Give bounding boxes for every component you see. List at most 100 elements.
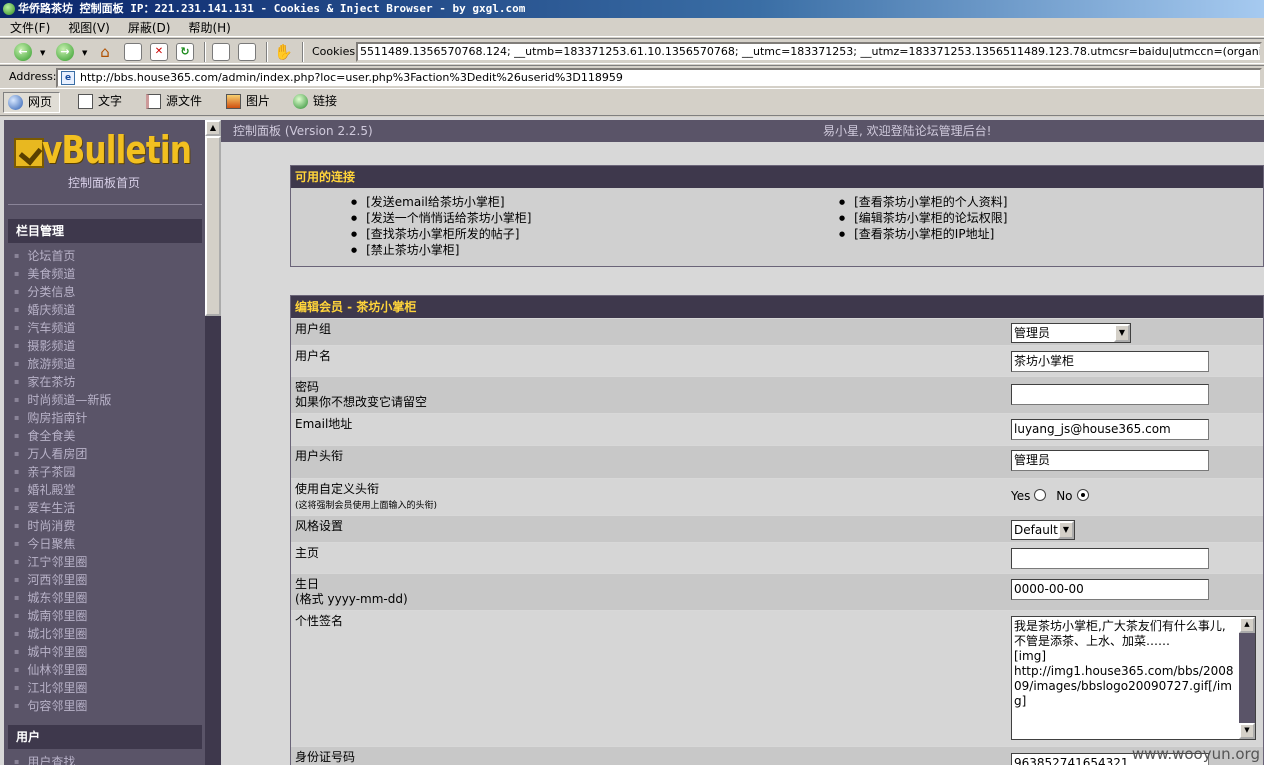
main-content: 控制面板 (Version 2.2.5) 易小星, 欢迎登陆论坛管理后台! 可用…: [221, 120, 1264, 765]
password-label: 密码 如果你不想改变它请留空: [295, 380, 427, 410]
sidebar-item[interactable]: 食全食美: [14, 427, 111, 445]
tab-webpage[interactable]: 网页: [3, 92, 60, 113]
toolbar: ← ▼ → ▼ ⌂ ✕ ↻ ✋ Cookies 5511489.13565707…: [0, 38, 1264, 64]
scroll-thumb[interactable]: [205, 136, 221, 316]
admin-sidebar: vBulletin 控制面板首页 栏目管理 论坛首页 美食频道 分类信息 婚庆频…: [4, 120, 205, 765]
usergroup-row: 用户组 管理员 ▼: [291, 318, 1263, 345]
link-item[interactable]: [查看茶坊小掌柜的个人资料]: [839, 194, 1007, 210]
cookies-input[interactable]: 5511489.1356570768.124; __utmb=183371253…: [356, 42, 1262, 62]
yes-radio[interactable]: [1034, 489, 1047, 501]
menu-block[interactable]: 屏蔽(D): [118, 18, 179, 36]
menu-view[interactable]: 视图(V): [58, 18, 118, 36]
sidebar-item[interactable]: 亲子茶园: [14, 463, 111, 481]
menu-file[interactable]: 文件(F): [0, 18, 58, 36]
forward-dropdown-icon[interactable]: ▼: [82, 49, 87, 57]
sidebar-item[interactable]: 城北邻里圈: [14, 625, 111, 643]
sidebar-item[interactable]: 婚礼殿堂: [14, 481, 111, 499]
sidebar-item[interactable]: 今日聚焦: [14, 535, 111, 553]
password-input[interactable]: [1011, 384, 1209, 405]
sidebar-item[interactable]: 家在茶坊: [14, 373, 111, 391]
menu-help[interactable]: 帮助(H): [178, 18, 238, 36]
link-item[interactable]: [查看茶坊小掌柜的IP地址]: [839, 226, 1007, 242]
tab-label: 网页: [28, 95, 53, 109]
sidebar-item[interactable]: 论坛首页: [14, 247, 111, 265]
sidebar-section-title: 栏目管理: [8, 219, 202, 243]
sidebar-item[interactable]: 爱车生活: [14, 499, 111, 517]
link-item[interactable]: [查找茶坊小掌柜所发的帖子]: [351, 226, 531, 242]
user-title-label: 用户头衔: [295, 449, 344, 463]
style-select[interactable]: Default ▼: [1011, 520, 1075, 540]
sidebar-item[interactable]: 城南邻里圈: [14, 607, 111, 625]
sidebar-item[interactable]: 万人看房团: [14, 445, 111, 463]
sidebar-item[interactable]: 城中邻里圈: [14, 643, 111, 661]
tab-images[interactable]: 图片: [222, 92, 276, 113]
sidebar-item[interactable]: 江宁邻里圈: [14, 553, 111, 571]
tab-source[interactable]: 源文件: [142, 92, 208, 113]
sidebar-item[interactable]: 用户查找: [14, 753, 75, 765]
back-icon[interactable]: ←: [14, 43, 32, 61]
sidebar-item[interactable]: 购房指南针: [14, 409, 111, 427]
link-item[interactable]: [禁止茶坊小掌柜]: [351, 242, 531, 258]
scroll-up-icon[interactable]: ▲: [1239, 617, 1255, 633]
homepage-label: 主页: [295, 546, 320, 560]
usergroup-select[interactable]: 管理员 ▼: [1011, 323, 1131, 343]
sidebar-item[interactable]: 摄影频道: [14, 337, 111, 355]
user-title-input[interactable]: 管理员: [1011, 450, 1209, 471]
address-input[interactable]: e http://bbs.house365.com/admin/index.ph…: [56, 68, 1262, 88]
sidebar-item[interactable]: 江北邻里圈: [14, 679, 111, 697]
home-icon[interactable]: ⌂: [96, 43, 114, 61]
document-icon: [78, 94, 93, 109]
sidebar-item[interactable]: 汽车频道: [14, 319, 111, 337]
sidebar-item[interactable]: 婚庆频道: [14, 301, 111, 319]
link-item[interactable]: [发送一个悄悄话给茶坊小掌柜]: [351, 210, 531, 226]
sidebar-scrollbar[interactable]: ▲: [205, 120, 221, 765]
usergroup-label: 用户组: [295, 322, 332, 336]
custom-title-label: 使用自定义头衔 (这将强制会员使用上面输入的头衔): [295, 482, 437, 514]
forward-icon[interactable]: →: [56, 43, 74, 61]
scroll-up-icon[interactable]: ▲: [205, 120, 221, 136]
link-item[interactable]: [发送email给茶坊小掌柜]: [351, 194, 531, 210]
sidebar-item[interactable]: 美食频道: [14, 265, 111, 283]
tab-links[interactable]: 链接: [289, 92, 343, 113]
page-icon[interactable]: [212, 43, 230, 61]
sidebar-item[interactable]: 河西邻里圈: [14, 571, 111, 589]
sidebar-item[interactable]: 时尚频道—新版: [14, 391, 111, 409]
back-dropdown-icon[interactable]: ▼: [40, 49, 45, 57]
globe-icon: [8, 95, 23, 110]
chevron-down-icon[interactable]: ▼: [1114, 324, 1130, 342]
idcard-row: 身份证号码 963852741654321: [291, 746, 1263, 765]
vbulletin-logo[interactable]: vBulletin: [12, 128, 192, 172]
email-label: Email地址: [295, 417, 353, 431]
homepage-input[interactable]: [1011, 548, 1209, 569]
copy-icon[interactable]: [238, 43, 256, 61]
hand-icon[interactable]: ✋: [274, 43, 293, 61]
username-input[interactable]: 茶坊小掌柜: [1011, 351, 1209, 372]
birthday-input[interactable]: 0000-00-00: [1011, 579, 1209, 600]
tab-text[interactable]: 文字: [74, 92, 128, 113]
scroll-down-icon[interactable]: ▼: [1239, 723, 1255, 739]
sidebar-item[interactable]: 城东邻里圈: [14, 589, 111, 607]
stop-icon[interactable]: ✕: [150, 43, 168, 61]
no-radio[interactable]: [1076, 489, 1089, 501]
sidebar-item[interactable]: 时尚消费: [14, 517, 111, 535]
available-links-panel: 可用的连接 [发送email给茶坊小掌柜] [发送一个悄悄话给茶坊小掌柜] [查…: [290, 165, 1264, 267]
link-item[interactable]: [编辑茶坊小掌柜的论坛权限]: [839, 210, 1007, 226]
links-right-list: [查看茶坊小掌柜的个人资料] [编辑茶坊小掌柜的论坛权限] [查看茶坊小掌柜的I…: [839, 194, 1007, 242]
signature-textarea[interactable]: 我是茶坊小掌柜,广大茶友们有什么事儿,不管是添茶、上水、加菜…… [img] h…: [1011, 616, 1256, 740]
control-panel-home-link[interactable]: 控制面板首页: [68, 174, 140, 191]
sidebar-item[interactable]: 仙林邻里圈: [14, 661, 111, 679]
tab-label: 文字: [98, 94, 123, 108]
new-page-icon[interactable]: [124, 43, 142, 61]
email-input[interactable]: luyang_js@house365.com: [1011, 419, 1209, 440]
sidebar-item[interactable]: 句容邻里圈: [14, 697, 111, 715]
app-icon: [3, 3, 15, 15]
birthday-row: 生日 (格式 yyyy-mm-dd) 0000-00-00: [291, 573, 1263, 610]
textarea-scrollbar[interactable]: ▲ ▼: [1239, 617, 1255, 739]
yes-label: Yes: [1011, 489, 1031, 503]
sidebar-item[interactable]: 旅游频道: [14, 355, 111, 373]
panel-title: 编辑会员 - 茶坊小掌柜: [291, 296, 1263, 318]
refresh-icon[interactable]: ↻: [176, 43, 194, 61]
admin-header: 控制面板 (Version 2.2.5) 易小星, 欢迎登陆论坛管理后台!: [221, 120, 1264, 142]
sidebar-item[interactable]: 分类信息: [14, 283, 111, 301]
chevron-down-icon[interactable]: ▼: [1058, 521, 1074, 539]
